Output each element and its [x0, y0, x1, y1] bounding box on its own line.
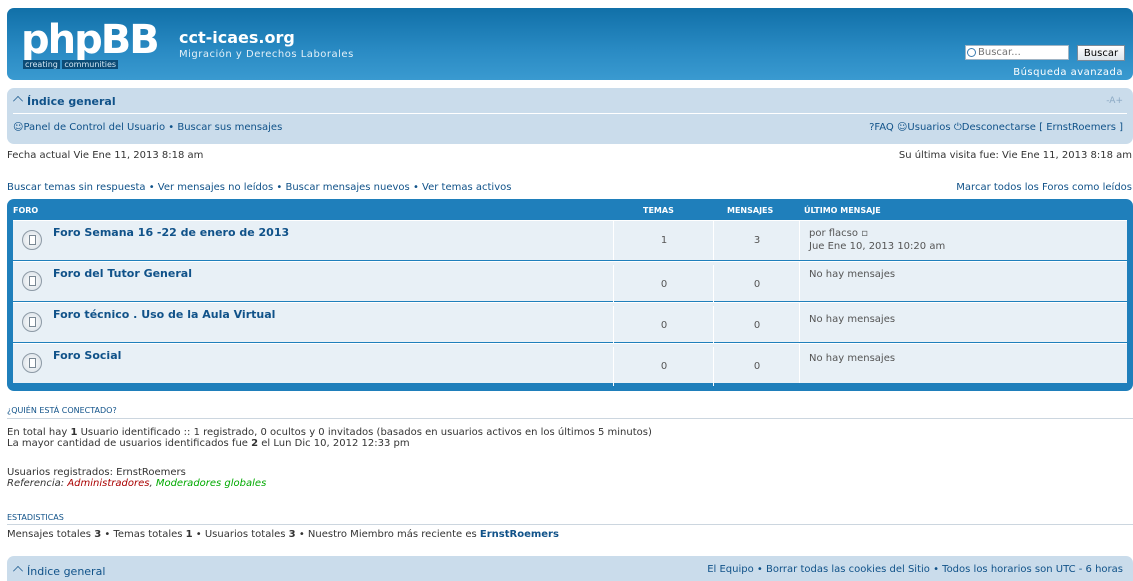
navbar: Índice general -A+ ☺Panel de Control del…: [7, 88, 1133, 144]
forum-title-link[interactable]: Foro Social: [53, 349, 121, 362]
posts-count: 0: [713, 265, 800, 304]
members-link[interactable]: Usuarios: [907, 122, 950, 133]
forum-read-icon: [22, 271, 42, 291]
view-latest-post-icon[interactable]: ▫: [861, 228, 868, 239]
current-date: Fecha actual Vie Ene 11, 2013 8:18 am: [7, 150, 204, 161]
last-post: No hay mensajes: [799, 303, 1127, 342]
divider: [13, 113, 1127, 114]
search-input[interactable]: [965, 45, 1069, 60]
posts-count: 0: [713, 306, 800, 345]
timezone-info: Todos los horarios son UTC - 6 horas: [942, 564, 1123, 575]
logout-link[interactable]: Desconectarse [ ErnstRoemers ]: [962, 122, 1123, 133]
posts-count: 3: [713, 221, 800, 260]
forum-row: Foro Social 0 0 No hay mensajes: [13, 343, 1127, 386]
breadcrumb[interactable]: Índice general: [13, 95, 116, 108]
col-topics-header: TEMAS: [643, 206, 674, 215]
footer-breadcrumb[interactable]: Índice general: [13, 565, 105, 578]
members-icon: ☺: [896, 122, 908, 133]
search-button[interactable]: Buscar: [1077, 45, 1125, 61]
logout-icon: ⏻: [953, 122, 962, 133]
online-summary: En total hay 1 Usuario identificado :: 1…: [7, 427, 652, 449]
site-description: Migración y Derechos Laborales: [179, 49, 354, 60]
phpbb-logo[interactable]: phpBB: [21, 20, 160, 60]
online-heading: ¿QUIÉN ESTÁ CONECTADO?: [7, 406, 117, 415]
topics-count: 1: [613, 221, 714, 260]
site-header: phpBB creating communities cct-icaes.org…: [7, 8, 1133, 80]
stats-heading: ESTADISTICAS: [7, 513, 64, 522]
delete-cookies-link[interactable]: Borrar todas las cookies del Sitio: [766, 564, 930, 575]
mark-read-link[interactable]: Marcar todos los Foros como leídos: [956, 182, 1132, 193]
topics-count: 0: [613, 265, 714, 304]
ucp-link[interactable]: Panel de Control del Usuario: [23, 122, 165, 133]
font-size-control[interactable]: -A+: [1106, 96, 1123, 106]
divider: [7, 418, 1133, 419]
home-icon: [13, 96, 23, 106]
last-post: No hay mensajes: [799, 262, 1127, 301]
unread-link[interactable]: Ver mensajes no leídos: [158, 182, 273, 193]
site-title: cct-icaes.org: [179, 28, 295, 47]
logo-tagline: creating communities: [23, 60, 119, 69]
topics-count: 0: [613, 347, 714, 386]
forum-row: Foro del Tutor General 0 0 No hay mensaj…: [13, 261, 1127, 304]
forum-row: Foro Semana 16 -22 de enero de 2013 1 3 …: [13, 220, 1127, 260]
topics-count: 0: [613, 306, 714, 345]
newest-member-link[interactable]: ErnstRoemers: [480, 529, 559, 540]
quick-links: Buscar temas sin respuesta • Ver mensaje…: [7, 182, 512, 193]
forum-read-icon: [22, 353, 42, 373]
user-links: ☺Panel de Control del Usuario • Buscar s…: [13, 122, 283, 133]
posts-count: 0: [713, 347, 800, 386]
unanswered-link[interactable]: Buscar temas sin respuesta: [7, 182, 146, 193]
forum-title-link[interactable]: Foro del Tutor General: [53, 267, 192, 280]
stats-summary: Mensajes totales 3 • Temas totales 1 • U…: [7, 529, 559, 540]
team-link[interactable]: El Equipo: [707, 564, 754, 575]
footer-navbar: Índice general El Equipo • Borrar todas …: [7, 556, 1133, 581]
account-links: ?FAQ ☺Usuarios ⏻Desconectarse [ ErnstRoe…: [869, 122, 1123, 133]
forum-read-icon: [22, 230, 42, 250]
legend-global-mod[interactable]: Moderadores globales: [156, 478, 266, 489]
forum-read-icon: [22, 312, 42, 332]
active-topics-link[interactable]: Ver temas activos: [422, 182, 511, 193]
registered-users: Usuarios registrados: ErnstRoemers Refer…: [7, 467, 267, 489]
legend-admin[interactable]: Administradores: [67, 478, 149, 489]
ucp-icon: ☺: [13, 122, 24, 133]
forum-title-link[interactable]: Foro Semana 16 -22 de enero de 2013: [53, 226, 289, 239]
footer-links: El Equipo • Borrar todas las cookies del…: [707, 564, 1123, 575]
forum-title-link[interactable]: Foro técnico . Uso de la Aula Virtual: [53, 308, 275, 321]
advanced-search-link[interactable]: Búsqueda avanzada: [1013, 67, 1123, 78]
own-posts-link[interactable]: Buscar sus mensajes: [177, 122, 282, 133]
col-posts-header: MENSAJES: [727, 206, 774, 215]
search-icon: [967, 48, 976, 57]
col-forum-header: FORO: [13, 206, 39, 215]
divider: [7, 524, 1133, 525]
new-posts-link[interactable]: Buscar mensajes nuevos: [285, 182, 409, 193]
last-post: No hay mensajes: [799, 344, 1127, 383]
home-icon: [13, 566, 23, 576]
forum-row: Foro técnico . Uso de la Aula Virtual 0 …: [13, 302, 1127, 345]
forum-list: FORO TEMAS MENSAJES ÚLTIMO MENSAJE Foro …: [7, 199, 1133, 391]
faq-link[interactable]: FAQ: [874, 122, 893, 133]
last-post: por flacso ▫ Jue Ene 10, 2013 10:20 am: [799, 221, 1127, 260]
last-visit: Su última visita fue: Vie Ene 11, 2013 8…: [898, 150, 1132, 161]
col-last-header: ÚLTIMO MENSAJE: [804, 206, 881, 215]
